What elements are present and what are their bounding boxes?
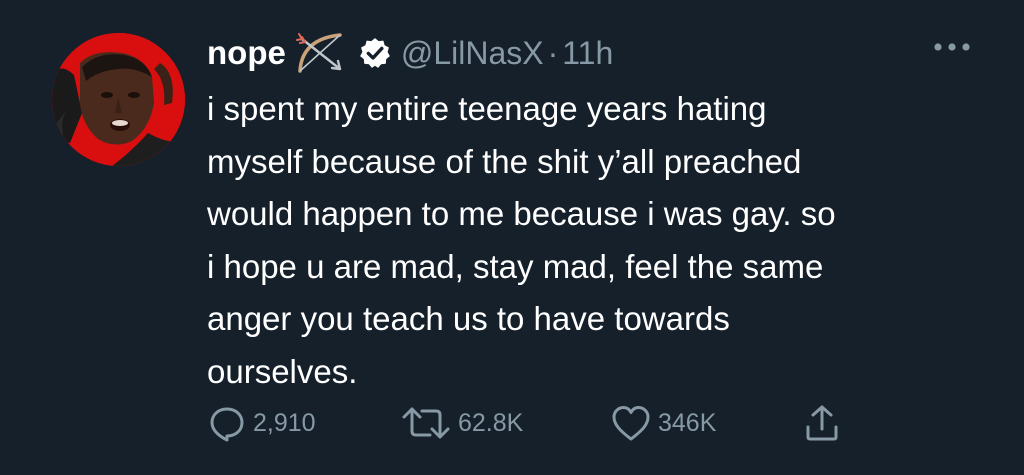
user-handle[interactable]: @LilNasX xyxy=(401,35,544,72)
more-options-icon[interactable] xyxy=(932,40,972,54)
reply-icon xyxy=(210,407,244,442)
reply-count: 2,910 xyxy=(253,408,316,437)
retweet-icon xyxy=(402,407,450,439)
separator-dot: · xyxy=(547,34,559,71)
like-count: 346K xyxy=(658,408,717,437)
retweet-button[interactable]: 62.8K xyxy=(400,403,523,443)
display-name[interactable]: nope xyxy=(207,34,286,72)
bow-and-arrow-icon xyxy=(295,31,348,75)
tweet-header: nope @LilNasX · 11h xyxy=(207,28,613,78)
like-button[interactable]: 346K xyxy=(610,403,716,443)
avatar[interactable] xyxy=(52,33,185,166)
heart-icon xyxy=(612,406,650,441)
tweet-card[interactable]: nope @LilNasX · 11h i spent my entire te… xyxy=(0,0,1024,475)
share-icon xyxy=(806,405,838,441)
share-button[interactable] xyxy=(802,403,842,443)
reply-button[interactable]: 2,910 xyxy=(207,403,316,443)
timestamp[interactable]: 11h xyxy=(562,35,613,72)
tweet-actions: 2,910 62.8K 346K xyxy=(207,403,857,453)
retweet-count: 62.8K xyxy=(458,408,524,437)
avatar-image xyxy=(52,33,185,166)
verified-icon xyxy=(358,36,392,70)
tweet-text: i spent my entire teenage years hating m… xyxy=(207,90,836,390)
